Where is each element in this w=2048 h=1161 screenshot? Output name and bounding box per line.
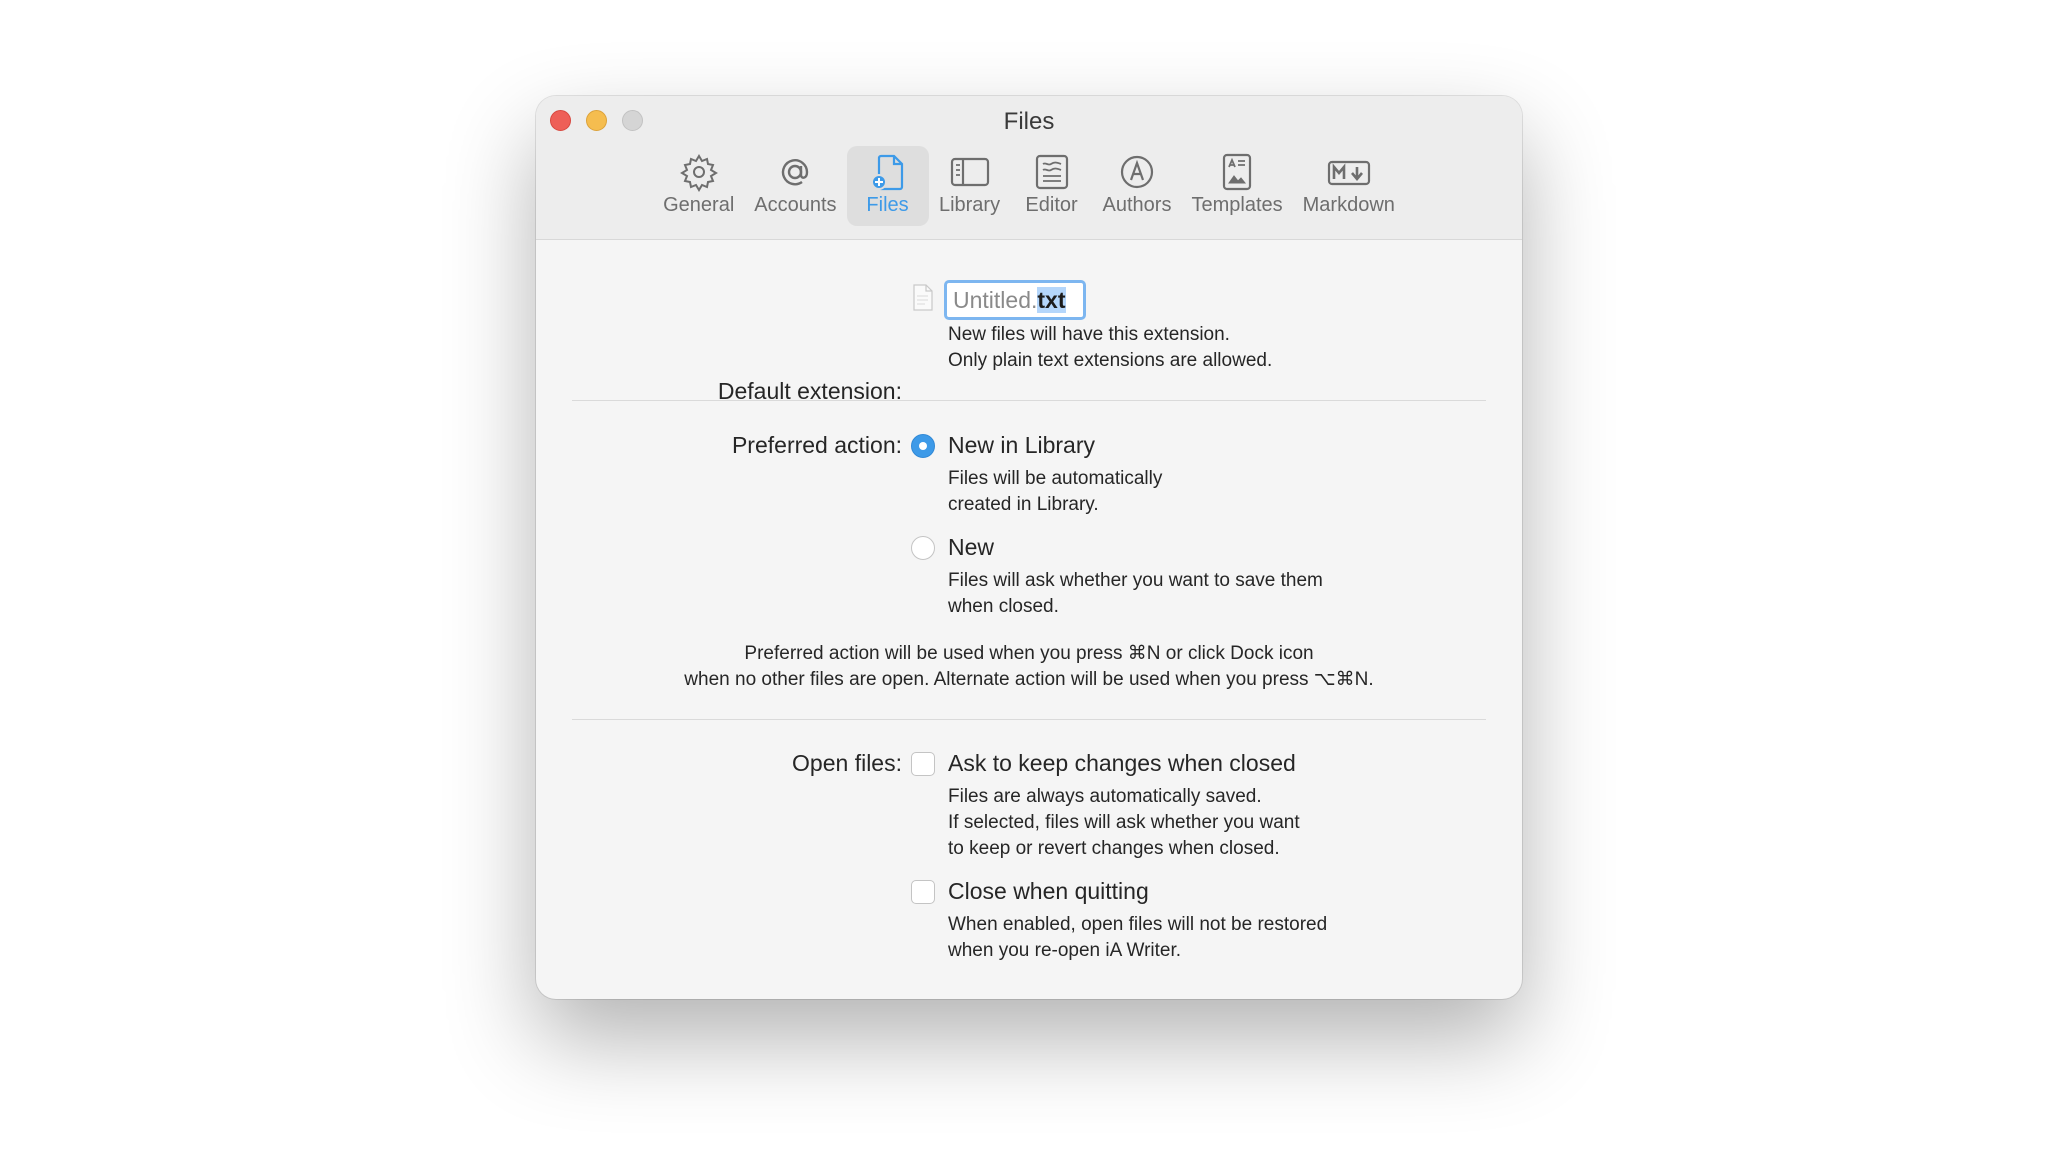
default-extension-desc-1: New files will have this extension. [948, 324, 1230, 345]
radio-new[interactable] [911, 536, 935, 560]
tab-label: Editor [1025, 194, 1078, 216]
section-divider [572, 400, 1486, 401]
default-extension-input[interactable]: Untitled.txt [944, 280, 1086, 320]
tab-label: Templates [1191, 194, 1283, 216]
option-close-when-quitting-label[interactable]: Close when quitting [948, 878, 1149, 905]
option-new-in-library-label[interactable]: New in Library [948, 432, 1095, 459]
document-icon [913, 284, 933, 311]
author-circle-icon [1120, 155, 1154, 189]
option-new-label[interactable]: New [948, 534, 994, 561]
tab-label: General [663, 194, 735, 216]
tab-general[interactable]: General [653, 146, 744, 226]
section-divider [572, 719, 1486, 720]
option-desc: When enabled, open files will not be res… [948, 914, 1328, 935]
preferred-action-label: Preferred action: [731, 432, 902, 458]
option-desc: when you re-open iA Writer. [948, 940, 1182, 961]
tab-label: Library [938, 194, 1001, 216]
at-sign-icon [782, 159, 809, 186]
option-desc: Files will be automatically [948, 468, 1163, 489]
sidebar-icon [950, 157, 989, 187]
checkbox-close-when-quitting[interactable] [911, 880, 935, 904]
option-desc: when closed. [948, 596, 1059, 617]
preferences-window: Files General Accounts Files Library Edi… [536, 96, 1522, 999]
open-files-label: Open files: [792, 750, 902, 776]
preferred-action-note-2: when no other files are open. Alternate … [684, 669, 1374, 690]
tab-library[interactable]: Library [929, 146, 1011, 226]
tab-label: Authors [1102, 194, 1172, 216]
preferences-toolbar: General Accounts Files Library Editor Au… [536, 146, 1522, 226]
extension-selection: txt [1037, 287, 1066, 313]
option-ask-to-keep-changes-label[interactable]: Ask to keep changes when closed [948, 750, 1296, 777]
tab-label: Markdown [1302, 194, 1395, 216]
checkbox-ask-to-keep-changes[interactable] [911, 752, 935, 776]
template-icon [1222, 153, 1252, 191]
option-desc: Files are always automatically saved. [948, 786, 1262, 807]
tab-label: Accounts [754, 194, 837, 216]
radio-new-in-library[interactable] [911, 434, 935, 458]
tab-accounts[interactable]: Accounts [744, 146, 846, 226]
tab-files[interactable]: Files [846, 146, 929, 226]
tab-authors[interactable]: Authors [1093, 146, 1182, 226]
tab-templates[interactable]: Templates [1181, 146, 1292, 226]
window-title: Files [1003, 108, 1055, 135]
gear-icon [679, 154, 718, 192]
option-desc: If selected, files will ask whether you … [948, 812, 1300, 833]
preferred-action-note-1: Preferred action will be used when you p… [744, 643, 1314, 664]
markdown-icon [1327, 160, 1370, 186]
option-desc: created in Library. [948, 494, 1099, 515]
titlebar: Files General Accounts Files Library Edi… [536, 96, 1522, 240]
option-desc: to keep or revert changes when closed. [948, 838, 1280, 859]
default-extension-desc-2: Only plain text extensions are allowed. [948, 350, 1273, 371]
files-preferences-pane: Default extension: Untitled.txt New file… [536, 240, 1522, 999]
tab-markdown[interactable]: Markdown [1293, 146, 1405, 226]
option-desc: Files will ask whether you want to save … [948, 570, 1323, 591]
text-lines-icon [1035, 154, 1068, 190]
tab-editor[interactable]: Editor [1011, 146, 1093, 226]
tab-label: Files [866, 194, 909, 216]
new-file-icon [870, 154, 903, 191]
